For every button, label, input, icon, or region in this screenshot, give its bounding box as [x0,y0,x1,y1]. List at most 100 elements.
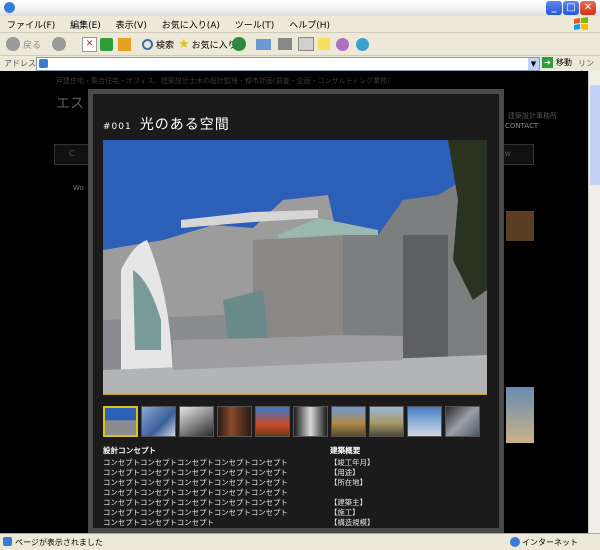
research-button[interactable] [336,36,349,52]
toolbar: 戻る ✕ 検索 ★ お気に入り [0,33,600,56]
thumbnail-10[interactable] [445,406,480,437]
menu-file[interactable]: ファイル(F) [0,16,60,31]
background-contact-link[interactable]: CONTACT [505,122,538,130]
overview-item-client: 【建築主】 [330,498,367,507]
dropdown-arrow-icon[interactable]: ▼ [528,58,539,70]
stop-icon: ✕ [82,36,97,52]
concept-heading: 設計コンセプト [103,446,157,455]
thumbnail-8[interactable] [369,406,404,437]
background-site-title: エス [56,96,84,112]
ie-icon [4,2,15,13]
menu-edit[interactable]: 編集(E) [63,16,106,31]
go-arrow-icon: ➜ [542,57,553,68]
scrollbar-thumb[interactable] [590,85,600,185]
menu-tools[interactable]: ツール(T) [228,16,280,31]
mail-button[interactable] [256,36,271,52]
messenger-icon [356,37,369,51]
status-bar: ページが表示されました インターネット [0,533,600,550]
thumbnail-strip [103,406,480,437]
vertical-scrollbar[interactable] [588,71,600,533]
print-icon [278,38,292,50]
address-input[interactable]: ▼ [36,57,540,71]
search-icon [142,38,153,50]
page-viewport: 戸建住宅・集合住宅・オフィス、建築設計士木の設計監理・都市計画(調査・企画・コン… [0,71,588,533]
lightbox: #001 光のある空間 設計コンセプト コンセプトコンセプトコンセプトコンセプト… [88,89,504,533]
project-title: 光のある空間 [139,117,230,133]
main-photo [103,140,487,394]
thumbnail-9[interactable] [407,406,442,437]
internet-zone-icon [510,537,520,547]
thumbnail-3[interactable] [179,406,214,437]
forward-button[interactable] [52,36,66,52]
status-text: ページが表示されました [15,538,103,547]
page-icon [39,59,48,68]
thumbnail-2[interactable] [141,406,176,437]
concept-line: コンセプトコンセプトコンセプトコンセプトコンセプト [103,488,288,497]
windows-flag-icon [574,17,588,30]
mail-icon [256,38,271,50]
lightbox-title: #001 光のある空間 [103,114,230,134]
building-overview-section: 建築概要 【竣工年月】 【用途】 【所在地】 【建築主】 【施工】 【構造規模】 [330,446,490,528]
background-tagline: 戸建住宅・集合住宅・オフィス、建築設計士木の設計監理・都市計画(調査・企画・コン… [56,77,390,85]
discuss-button[interactable] [318,36,330,52]
menu-help[interactable]: ヘルプ(H) [282,16,335,31]
minimize-button[interactable]: _ [546,1,562,15]
back-button[interactable]: 戻る [6,36,41,52]
close-button[interactable]: ✕ [580,1,596,15]
concept-line: コンセプトコンセプトコンセプト [103,518,214,527]
favorites-button[interactable]: ★ お気に入り [178,36,237,52]
thumbnail-4[interactable] [217,406,252,437]
back-arrow-icon [6,37,20,51]
background-sub-link[interactable]: Wo [73,184,84,192]
design-concept-section: 設計コンセプト コンセプトコンセプトコンセプトコンセプトコンセプト コンセプトコ… [103,446,328,528]
home-button[interactable] [118,36,131,52]
overview-item-use: 【用途】 [330,468,360,477]
maximize-button[interactable]: □ [563,1,579,15]
photo-underline [103,394,487,395]
overview-item-contractor: 【施工】 [330,508,360,517]
search-button[interactable]: 検索 [142,36,174,52]
address-bar: アドレス(D) ▼ ➜ 移動 リンク [0,56,600,79]
edit-button[interactable] [298,36,314,52]
stop-button[interactable]: ✕ [82,36,97,52]
menu-view[interactable]: 表示(V) [109,16,152,31]
edit-icon [298,37,314,51]
concept-line: コンセプトコンセプトコンセプトコンセプトコンセプト [103,498,288,507]
background-thumbnail-2 [506,387,534,443]
overview-item-location: 【所在地】 [330,478,367,487]
background-thumbnail-1 [506,211,534,241]
thumbnail-1[interactable] [103,406,138,437]
home-icon [118,37,131,51]
zone-text: インターネット [522,538,578,547]
background-nav-left[interactable]: C [69,149,75,158]
print-button[interactable] [278,36,292,52]
overview-item-structure: 【構造規模】 [330,518,375,527]
concept-line: コンセプトコンセプトコンセプトコンセプトコンセプト [103,508,288,517]
go-button[interactable]: ➜ 移動 [542,57,572,68]
note-icon [318,38,330,50]
concept-line: コンセプトコンセプトコンセプトコンセプトコンセプト [103,458,288,467]
concept-line: コンセプトコンセプトコンセプトコンセプトコンセプト [103,478,288,487]
background-nav-right[interactable]: w [504,149,511,158]
messenger-button[interactable] [356,36,369,52]
menu-bar: ファイル(F) 編集(E) 表示(V) お気に入り(A) ツール(T) ヘルプ(… [0,16,600,33]
forward-arrow-icon [52,37,66,51]
overview-item-completion: 【竣工年月】 [330,458,375,467]
thumbnail-7[interactable] [331,406,366,437]
refresh-icon [100,37,113,51]
overview-gap [330,488,490,498]
project-number: #001 [103,122,132,132]
history-icon [232,37,246,51]
history-button[interactable] [232,36,246,52]
concept-line: コンセプトコンセプトコンセプトコンセプトコンセプト [103,468,288,477]
background-office-label: 建築設計事務所 [508,112,557,120]
menu-favorites[interactable]: お気に入り(A) [155,16,225,31]
star-icon: ★ [178,36,190,52]
refresh-button[interactable] [100,36,113,52]
thumbnail-5[interactable] [255,406,290,437]
done-page-icon [3,537,12,546]
overview-heading: 建築概要 [330,446,361,455]
thumbnail-6[interactable] [293,406,328,437]
research-icon [336,37,349,51]
title-bar: _ □ ✕ [0,0,600,17]
